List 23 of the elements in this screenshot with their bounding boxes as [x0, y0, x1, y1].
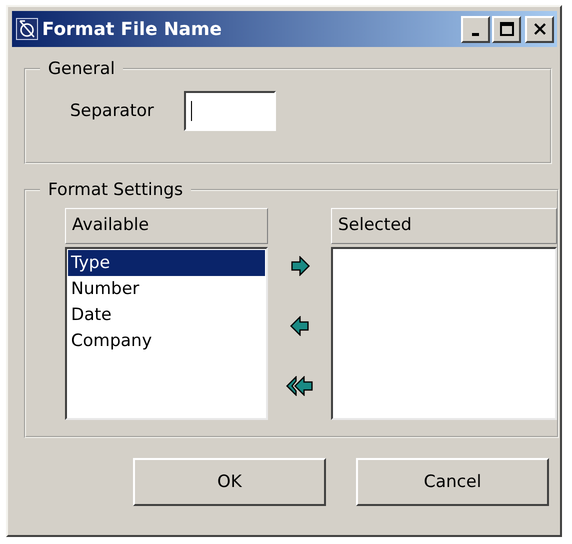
- double-left-arrow-icon: [286, 376, 314, 396]
- list-item[interactable]: Date: [68, 302, 265, 328]
- group-title: Format Settings: [47, 180, 184, 200]
- close-button[interactable]: [525, 16, 554, 42]
- list-item[interactable]: Type: [68, 250, 265, 276]
- ok-button[interactable]: OK: [133, 458, 326, 506]
- maximize-button[interactable]: [492, 16, 521, 42]
- list-item[interactable]: Company: [68, 328, 265, 354]
- separator-field[interactable]: [184, 91, 276, 131]
- right-arrow-icon: [290, 256, 310, 276]
- app-icon: [16, 18, 38, 40]
- column-header: Selected: [331, 208, 557, 244]
- column-header: Available: [65, 208, 268, 244]
- cancel-button[interactable]: Cancel: [356, 458, 549, 506]
- minimize-icon: [472, 32, 479, 36]
- group-title: General: [47, 59, 116, 79]
- maximize-icon: [500, 22, 514, 36]
- separator-label: Separator: [70, 101, 154, 121]
- window-title: Format File Name: [42, 18, 223, 40]
- list-item[interactable]: Number: [68, 276, 265, 302]
- left-arrow-icon: [290, 316, 310, 336]
- close-icon: [532, 22, 546, 36]
- minimize-button[interactable]: [461, 16, 490, 42]
